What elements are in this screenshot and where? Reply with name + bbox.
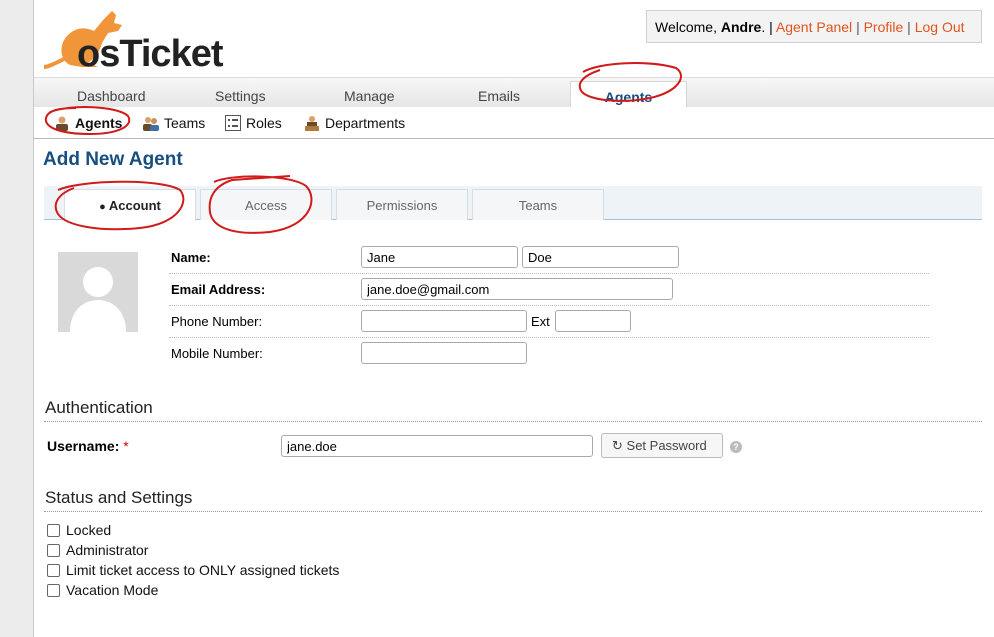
option-label: Limit ticket access to ONLY assigned tic… [66,562,340,578]
subnav-item-departments[interactable]: Departments [304,115,405,131]
agent-icon [56,116,68,131]
app-frame: osTicket Welcome, Andre. | Agent Panel |… [33,0,994,637]
username-label: Username: * [47,438,129,454]
welcome-suffix: . | [761,19,773,35]
sub-nav: Agents Teams Roles Departments [34,107,994,139]
divider [169,337,929,338]
subnav-item-roles[interactable]: Roles [225,115,282,131]
help-icon[interactable]: ? [730,441,742,453]
option-label: Administrator [66,542,149,558]
profile-link[interactable]: Profile [864,19,904,35]
tab-manage[interactable]: Manage [344,88,395,104]
page-title: Add New Agent [43,149,183,170]
tab-account[interactable]: ● Account [64,189,196,221]
set-password-label: Set Password [626,438,707,453]
person-icon: ● [99,201,106,213]
set-password-button[interactable]: ↻ Set Password [601,433,723,458]
avatar-placeholder-icon [70,267,126,332]
logout-link[interactable]: Log Out [915,19,965,35]
option-label: Vacation Mode [66,582,159,598]
option-label: Locked [66,522,112,538]
separator: | [907,19,911,35]
ext-label: Ext [531,314,550,329]
first-name-input[interactable] [361,246,518,268]
logo-text: osTicket [77,33,223,75]
vacation-mode-checkbox[interactable] [47,583,60,597]
separator: | [856,19,860,35]
required-mark: * [123,438,129,454]
agent-panel-link[interactable]: Agent Panel [776,19,852,35]
section-divider [44,511,982,512]
tab-emails[interactable]: Emails [478,88,520,104]
status-settings-heading: Status and Settings [45,488,193,507]
limit-access-checkbox[interactable] [47,563,60,577]
welcome-box: Welcome, Andre. | Agent Panel | Profile … [646,10,982,43]
mobile-label: Mobile Number: [171,346,263,361]
locked-option[interactable]: Locked [47,522,111,538]
section-divider [44,421,982,422]
tab-label: Account [108,198,161,213]
subnav-label: Teams [164,115,206,131]
tab-agents[interactable]: Agents [570,81,687,109]
email-label: Email Address: [171,282,266,297]
avatar[interactable] [58,252,138,332]
list-icon [225,115,241,131]
locked-checkbox[interactable] [47,523,60,537]
subnav-label: Departments [325,115,406,131]
form-tabs: ● Account Access Permissions Teams [44,186,982,221]
limit-access-option[interactable]: Limit ticket access to ONLY assigned tic… [47,562,339,578]
welcome-prefix: Welcome, [655,19,721,35]
main-nav: Dashboard Settings Manage Emails Agents [34,77,994,109]
last-name-input[interactable] [522,246,679,268]
phone-label: Phone Number: [171,314,263,329]
department-icon [305,116,319,131]
mobile-input[interactable] [361,342,527,364]
divider [169,305,929,306]
subnav-label: Agents [75,115,123,131]
refresh-icon: ↻ [612,438,623,453]
name-label: Name: [171,250,211,265]
administrator-option[interactable]: Administrator [47,542,148,558]
subnav-item-agents[interactable]: Agents [54,115,122,131]
phone-input[interactable] [361,310,527,332]
subnav-item-teams[interactable]: Teams [143,115,205,131]
tab-dashboard[interactable]: Dashboard [77,88,146,104]
logo[interactable]: osTicket [42,5,242,75]
username-label-text: Username: [47,438,120,454]
authentication-heading: Authentication [45,398,153,417]
ext-input[interactable] [555,310,631,332]
email-input[interactable] [361,278,673,300]
administrator-checkbox[interactable] [47,543,60,557]
team-icon [143,117,159,131]
tab-settings[interactable]: Settings [215,88,266,104]
tab-teams[interactable]: Teams [472,189,604,220]
subnav-label: Roles [246,115,282,131]
username-input[interactable] [281,435,593,457]
vacation-mode-option[interactable]: Vacation Mode [47,582,158,598]
user-name: Andre [720,19,762,35]
tab-permissions[interactable]: Permissions [336,189,468,220]
divider [169,273,929,274]
tab-access[interactable]: Access [200,189,332,220]
